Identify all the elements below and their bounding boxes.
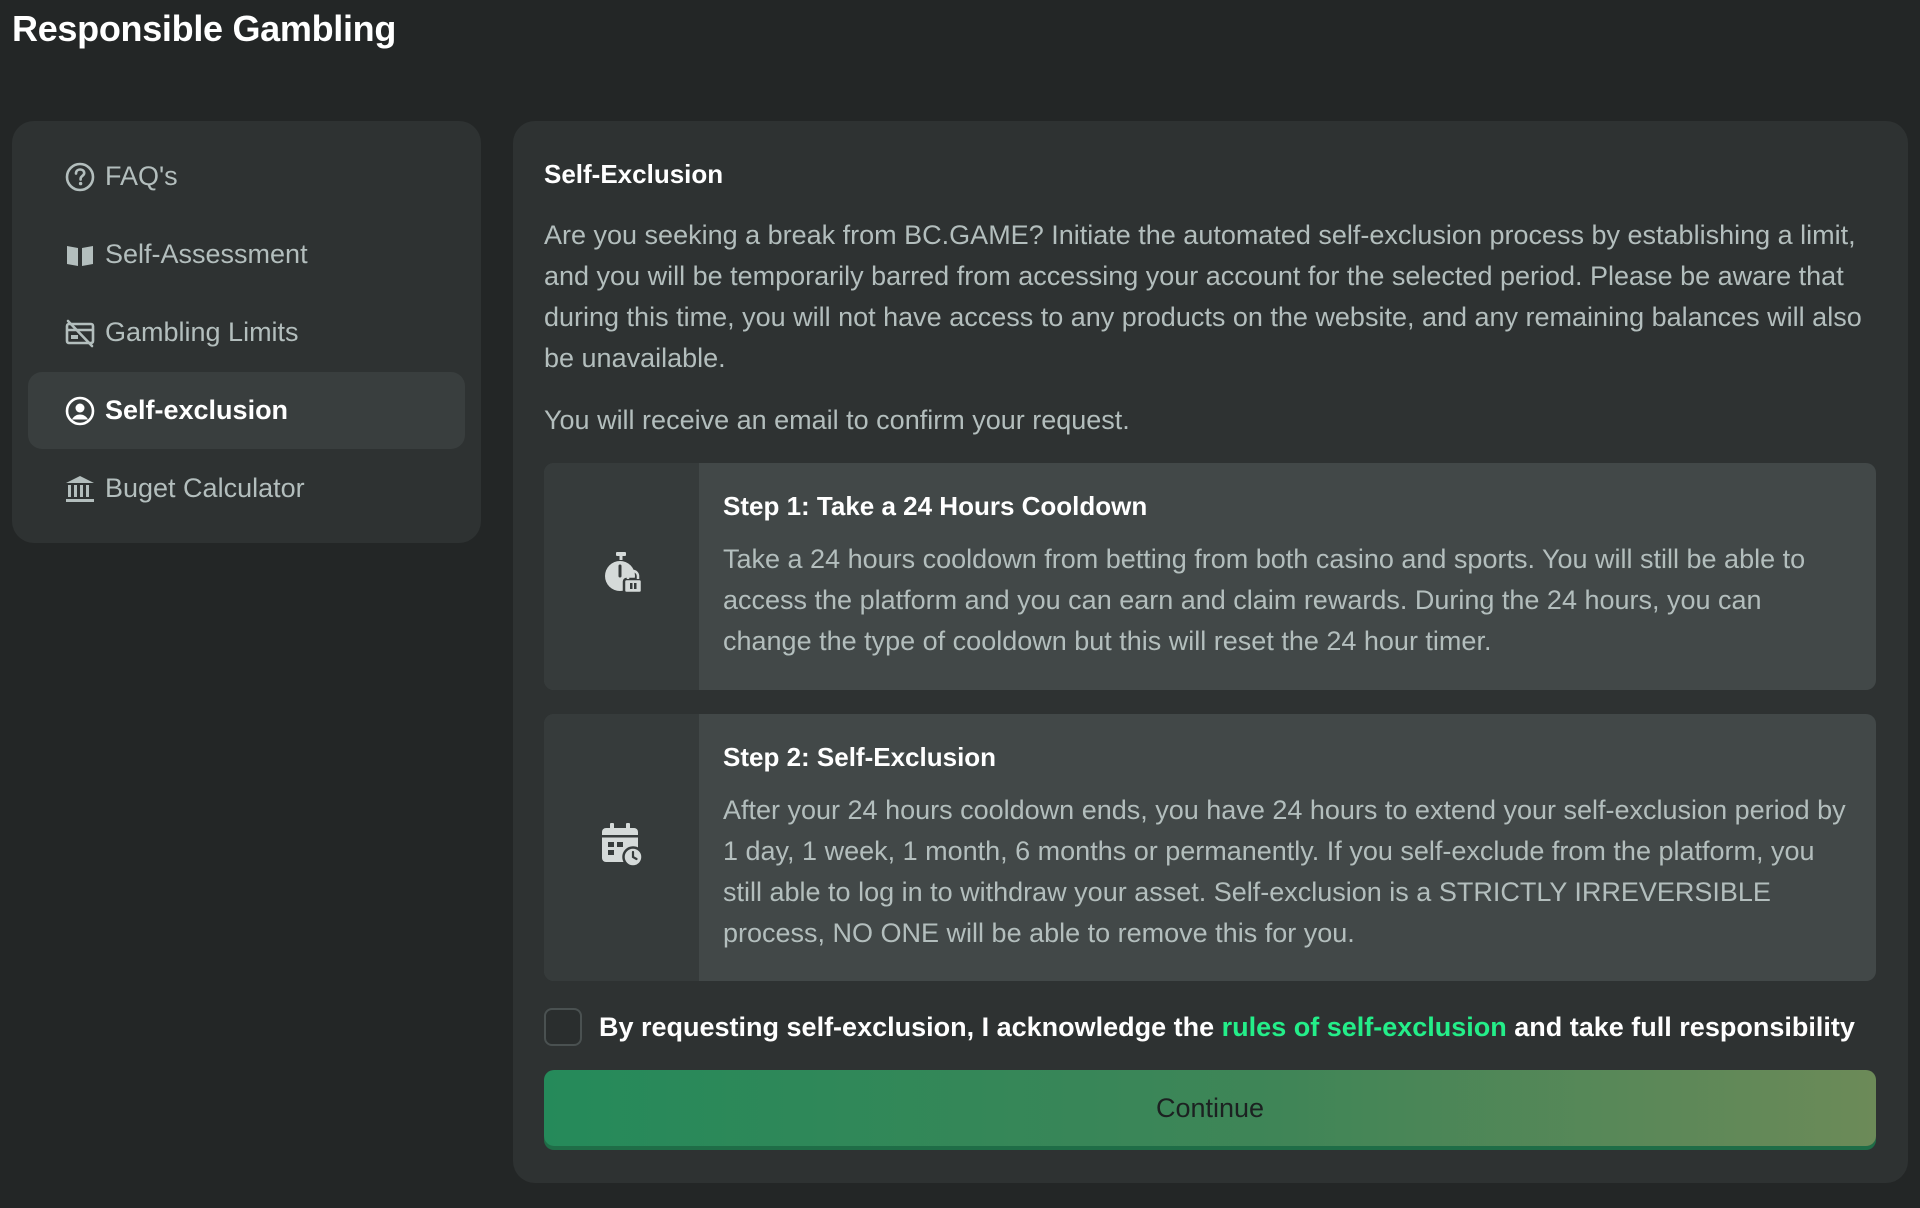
calendar-clock-icon [600,822,644,873]
sidebar-item-label: Gambling Limits [105,317,299,347]
acknowledge-suffix: and take full responsibility [1506,1011,1855,1042]
sidebar: FAQ's Self-Assessment Gambling Limits Se… [12,121,481,543]
email-note: You will receive an email to confirm you… [544,405,1130,435]
sidebar-item-label: Buget Calculator [105,473,305,503]
sidebar-item-label: Self-exclusion [105,395,289,425]
acknowledge-checkbox[interactable] [544,1008,582,1046]
rules-link[interactable]: rules of self-exclusion [1222,1012,1507,1042]
step-description: Take a 24 hours cooldown from betting fr… [723,544,1806,656]
sidebar-item-label: Self-Assessment [105,239,308,269]
section-title: Self-Exclusion [544,159,724,189]
step-description: After your 24 hours cooldown ends, you h… [723,795,1846,948]
limit-card-icon [64,317,96,349]
continue-button[interactable]: Continue [544,1070,1876,1146]
sidebar-item-budget-calculator[interactable]: Buget Calculator [28,450,465,527]
step-card-cooldown: Step 1: Take a 24 Hours Cooldown Take a … [544,463,1876,690]
intro-text: Are you seeking a break from BC.GAME? In… [544,220,1862,373]
sidebar-item-self-exclusion[interactable]: Self-exclusion [28,372,465,449]
step-title: Step 1: Take a 24 Hours Cooldown [723,491,1148,521]
acknowledge-text: By requesting self-exclusion, I acknowle… [599,1012,1855,1043]
book-icon [64,239,96,271]
acknowledge-prefix: By requesting self-exclusion, I acknowle… [599,1011,1222,1042]
sidebar-item-faqs[interactable]: FAQ's [28,138,465,215]
stopwatch-lock-icon [600,551,644,602]
user-circle-icon [64,395,96,427]
page-title: Responsible Gambling [12,8,397,49]
step-title: Step 2: Self-Exclusion [723,742,997,772]
bank-icon [64,473,96,505]
self-exclusion-panel: Self-Exclusion Are you seeking a break f… [513,121,1908,1183]
step-card-self-exclusion: Step 2: Self-Exclusion After your 24 hou… [544,714,1876,981]
acknowledge-row: By requesting self-exclusion, I acknowle… [544,1007,1876,1047]
question-circle-icon [64,161,96,193]
sidebar-item-self-assessment[interactable]: Self-Assessment [28,216,465,293]
sidebar-item-label: FAQ's [105,161,178,191]
sidebar-item-gambling-limits[interactable]: Gambling Limits [28,294,465,371]
